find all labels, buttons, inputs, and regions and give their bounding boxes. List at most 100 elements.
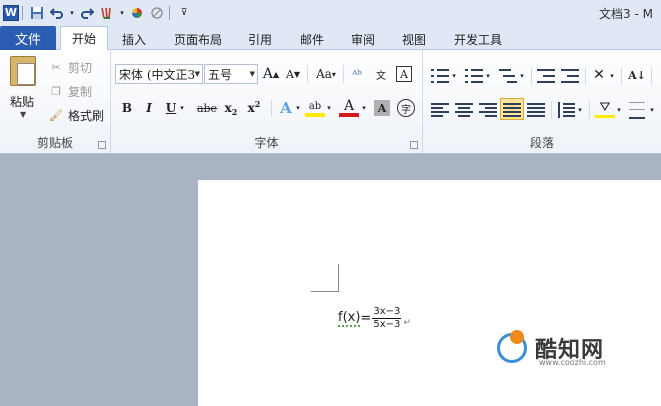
color-icon[interactable]: [128, 4, 146, 22]
font-separator: [307, 65, 308, 83]
superscript-button[interactable]: x2: [244, 98, 264, 118]
ribbon: 粘贴 ▼ ✂ 剪切 ❐ 复制 🖌 格式刷 剪贴板 宋体 (中文正3 ▼ 五号 ▼…: [0, 50, 661, 154]
format-painter-button[interactable]: 🖌 格式刷: [48, 106, 104, 124]
tab-developer[interactable]: 开发工具: [446, 28, 510, 50]
numbering-icon[interactable]: [465, 68, 483, 84]
copy-icon: ❐: [51, 84, 61, 98]
qa-separator: [22, 5, 23, 20]
align-center-icon[interactable]: [455, 102, 473, 118]
highlight-button[interactable]: ab: [305, 99, 325, 117]
change-case-button[interactable]: Aa ▾: [313, 64, 339, 84]
borders-dropdown-icon[interactable]: ▾: [647, 100, 657, 120]
fraction-numerator: 3x−3: [372, 306, 402, 319]
italic-button[interactable]: I: [139, 98, 159, 118]
enclose-characters-button[interactable]: 字: [397, 99, 415, 117]
shading-icon[interactable]: ⛛: [595, 99, 615, 118]
margin-corner-mark: [311, 264, 339, 292]
customize-quick-access-icon[interactable]: ⊽: [175, 4, 193, 22]
font-size-dropdown-icon[interactable]: ▼: [250, 70, 255, 78]
paragraph-separator: [531, 67, 532, 85]
character-shading-button[interactable]: A: [374, 100, 390, 116]
equation-function: f(x): [338, 310, 361, 327]
borders-icon[interactable]: [629, 102, 647, 119]
decrease-indent-icon[interactable]: [537, 68, 555, 84]
paragraph-mark-icon: ↵: [403, 317, 411, 328]
watermark-url: www.coozhi.com: [539, 358, 606, 367]
font-name-dropdown-icon[interactable]: ▼: [195, 70, 200, 78]
font-dialog-launcher[interactable]: [410, 141, 418, 149]
font-color-button[interactable]: A: [339, 98, 359, 117]
equation[interactable]: f(x) = 3x−3 5x−3 ↵: [338, 306, 411, 331]
clear-formatting-icon[interactable]: ᴬᵇ: [347, 64, 367, 84]
paste-dropdown-icon[interactable]: ▼: [20, 110, 26, 119]
tab-review[interactable]: 审阅: [343, 28, 383, 50]
tab-file[interactable]: 文件: [0, 26, 56, 50]
font-name-combo[interactable]: 宋体 (中文正3 ▼: [115, 64, 203, 84]
equation-fraction: 3x−3 5x−3: [372, 306, 402, 331]
tab-page-layout[interactable]: 页面布局: [166, 28, 230, 50]
sort-icon[interactable]: A↓: [627, 65, 647, 85]
bold-button[interactable]: B: [117, 98, 137, 118]
justify-button[interactable]: [500, 98, 524, 120]
tab-view[interactable]: 视图: [394, 28, 434, 50]
subscript-button[interactable]: x2: [221, 98, 241, 118]
paste-button-label[interactable]: 粘贴: [10, 93, 34, 110]
paragraph-group: ▾ ▾ ▾ ✕ ▾ A↓ ▾ ⛛ ▾ ▾ 段落: [423, 50, 661, 154]
paragraph-separator: [551, 101, 552, 119]
word-logo-icon[interactable]: W: [3, 4, 19, 21]
underline-dropdown-icon[interactable]: ▾: [177, 98, 187, 118]
change-case-label: Aa: [316, 67, 332, 81]
bullets-dropdown-icon[interactable]: ▾: [449, 66, 459, 86]
paragraph-separator: [589, 101, 590, 119]
highlight-dropdown-icon[interactable]: ▾: [324, 98, 334, 118]
font-size-combo[interactable]: 五号 ▼: [204, 64, 258, 84]
copy-label: 复制: [68, 84, 93, 99]
tab-home[interactable]: 开始: [60, 26, 108, 50]
line-spacing-dropdown-icon[interactable]: ▾: [575, 100, 585, 120]
paste-icon[interactable]: [10, 56, 36, 86]
numbering-dropdown-icon[interactable]: ▾: [483, 66, 493, 86]
font-color-dropdown-icon[interactable]: ▾: [359, 98, 369, 118]
redo-icon[interactable]: [78, 4, 96, 22]
clipboard-dialog-launcher[interactable]: [98, 141, 106, 149]
qa-separator: [169, 5, 170, 20]
tab-mailings[interactable]: 邮件: [292, 28, 332, 50]
shading-dropdown-icon[interactable]: ▾: [614, 100, 624, 120]
undo-dropdown-icon[interactable]: ▾: [68, 4, 76, 22]
tab-insert[interactable]: 插入: [114, 28, 154, 50]
chinese-layout-dropdown-icon[interactable]: ▾: [607, 66, 617, 86]
document-page[interactable]: f(x) = 3x−3 5x−3 ↵: [198, 180, 661, 406]
multilevel-list-dropdown-icon[interactable]: ▾: [517, 66, 527, 86]
line-spacing-icon[interactable]: [557, 102, 575, 118]
tab-references[interactable]: 引用: [240, 28, 280, 50]
character-border-icon[interactable]: A: [396, 66, 412, 82]
align-right-icon[interactable]: [479, 102, 497, 118]
font-group-label: 字体: [254, 136, 279, 150]
bullets-icon[interactable]: [431, 68, 449, 84]
font-size-value: 五号: [208, 67, 233, 82]
highlight-label: ab: [308, 100, 322, 112]
shrink-font-button[interactable]: A ▼: [283, 64, 303, 84]
character-shading-label: A: [377, 101, 387, 115]
clipboard-group-label: 剪贴板: [36, 136, 73, 150]
strikethrough-button[interactable]: abe: [195, 98, 219, 118]
save-icon[interactable]: [28, 4, 46, 22]
eraser-icon[interactable]: [148, 4, 166, 22]
brush-icon: 🖌: [49, 108, 63, 122]
chinese-layout-icon[interactable]: ✕: [589, 65, 609, 85]
format-painter-icon[interactable]: [98, 4, 116, 22]
change-case-dropdown-icon: ▾: [331, 69, 336, 79]
multilevel-list-icon[interactable]: [499, 68, 517, 84]
copy-button[interactable]: ❐ 复制: [48, 82, 92, 100]
increase-indent-icon[interactable]: [561, 68, 579, 84]
cut-button[interactable]: ✂ 剪切: [48, 58, 92, 76]
text-effects-dropdown-icon[interactable]: ▾: [293, 98, 303, 118]
align-left-icon[interactable]: [431, 102, 449, 118]
distributed-icon[interactable]: [527, 102, 545, 118]
undo-icon[interactable]: [48, 4, 66, 22]
phonetic-guide-icon[interactable]: 文: [371, 64, 391, 84]
grow-font-button[interactable]: A ▲: [261, 64, 281, 84]
scissors-icon: ✂: [51, 60, 61, 74]
format-painter-dropdown-icon[interactable]: ▾: [118, 4, 126, 22]
superscript-label: x: [247, 101, 255, 115]
